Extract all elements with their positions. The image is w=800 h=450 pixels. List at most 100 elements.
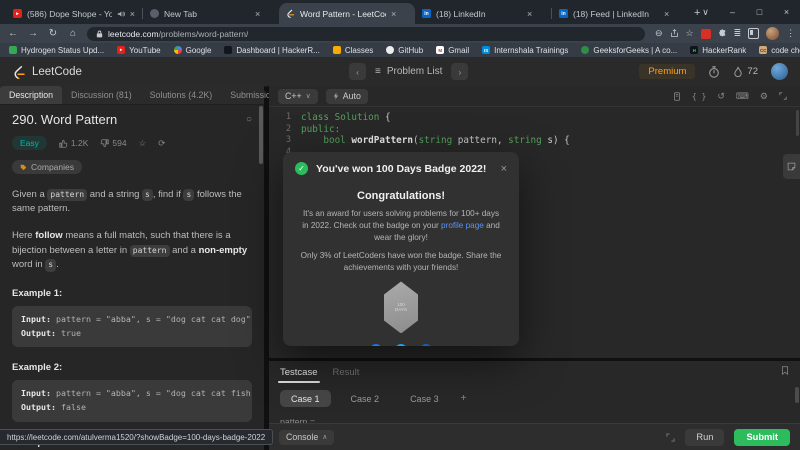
bookmark-hydrogen[interactable]: Hydrogen Status Upd... <box>9 46 104 55</box>
zoom-icon[interactable]: ⊖ <box>655 28 663 39</box>
fullscreen-icon[interactable] <box>779 92 787 100</box>
settings-gear-icon[interactable]: ⚙ <box>760 91 768 102</box>
case-3-button[interactable]: Case 3 <box>399 390 450 407</box>
window-close-button[interactable]: × <box>773 0 800 24</box>
streak-counter[interactable]: 72 <box>733 66 758 78</box>
testcase-bookmark-icon[interactable] <box>781 366 789 378</box>
submit-button[interactable]: Submit <box>734 428 790 446</box>
format-braces-icon[interactable]: { } <box>692 92 706 101</box>
dislikes-button[interactable]: 594 <box>100 138 127 148</box>
likes-button[interactable]: 1.2K <box>59 138 88 148</box>
tab-close-icon[interactable]: × <box>664 9 669 19</box>
tab-discussion[interactable]: Discussion (81) <box>62 86 141 104</box>
text: Here <box>12 229 36 241</box>
status-circle-icon[interactable]: ○ <box>246 114 252 125</box>
tab-leetcode-active[interactable]: Word Pattern - LeetCode × <box>279 3 415 24</box>
bookmark-google[interactable]: Google <box>173 46 211 55</box>
modal-close-icon[interactable]: × <box>501 163 507 175</box>
tab-label: (18) Feed | LinkedIn <box>573 8 649 19</box>
facebook-share-icon[interactable]: f <box>370 344 382 346</box>
shortcuts-keyboard-icon[interactable]: ⌨ <box>736 91 749 102</box>
tab-label: (18) LinkedIn <box>436 8 486 19</box>
tab-testcase[interactable]: Testcase <box>278 367 319 383</box>
language-selector[interactable]: C++ ∨ <box>278 88 318 104</box>
tab-linkedin-feed[interactable]: in (18) Feed | LinkedIn × <box>552 3 688 24</box>
code-token: s) { <box>541 135 570 146</box>
tab-close-icon[interactable]: × <box>255 9 260 19</box>
bookmark-classes[interactable]: Classes <box>332 46 373 55</box>
forward-icon[interactable]: → <box>27 28 39 39</box>
tab-close-icon[interactable]: × <box>391 9 396 19</box>
problem-list-label: Problem List <box>386 66 443 77</box>
tab-result[interactable]: Result <box>333 367 360 378</box>
autocomplete-toggle[interactable]: Auto <box>325 88 368 104</box>
bookmark-github[interactable]: GitHub <box>386 46 423 55</box>
share-icon[interactable] <box>670 29 679 38</box>
tab-description[interactable]: Description <box>0 86 63 104</box>
case-1-button[interactable]: Case 1 <box>280 390 331 407</box>
window-minimize-button[interactable]: – <box>719 0 746 24</box>
add-case-button[interactable]: + <box>461 393 467 404</box>
code-token: public: <box>301 123 341 135</box>
bookmark-gmail[interactable]: M Gmail <box>436 46 469 55</box>
next-problem-button[interactable]: › <box>451 63 469 80</box>
testcase-scrollbar[interactable] <box>795 387 799 403</box>
editor-scrollbar[interactable] <box>796 110 799 136</box>
extension-red-icon[interactable] <box>700 28 711 39</box>
expand-panel-icon[interactable] <box>666 432 675 442</box>
window-maximize-button[interactable]: □ <box>746 0 773 24</box>
prev-problem-button[interactable]: ‹ <box>349 63 366 80</box>
user-avatar[interactable] <box>771 63 788 80</box>
profile-page-link[interactable]: profile page <box>441 221 484 230</box>
editor-toolbar: C++ ∨ Auto { } ↺ ⌨ ⚙ <box>269 86 800 107</box>
reset-code-icon[interactable]: ↺ <box>717 91 725 102</box>
case-2-button[interactable]: Case 2 <box>340 390 391 407</box>
timer-icon[interactable] <box>708 65 720 78</box>
tab-solutions[interactable]: Solutions (4.2K) <box>141 86 222 104</box>
tab-label: New Tab <box>164 8 197 19</box>
browser-profile-avatar[interactable] <box>766 27 780 40</box>
bookmark-internshala[interactable]: IS Internshala Trainings <box>482 46 568 55</box>
tab-youtube[interactable]: ▸ (586) Dope Shope - Yo Yo Hon... × <box>6 3 142 24</box>
back-icon[interactable]: ← <box>7 28 19 39</box>
premium-button[interactable]: Premium <box>639 64 696 79</box>
bookmark-star-icon[interactable]: ☆ <box>686 28 694 39</box>
companies-chip[interactable]: Companies <box>12 160 82 174</box>
problem-list-button[interactable]: ≡ Problem List <box>375 66 442 77</box>
leetcode-brand[interactable]: LeetCode <box>12 65 82 79</box>
console-button[interactable]: Console ∧ <box>279 429 335 445</box>
linkedin-share-icon[interactable]: in <box>420 344 432 346</box>
home-icon[interactable]: ⌂ <box>67 28 79 39</box>
bookmark-youtube[interactable]: ▸ YouTube <box>117 46 161 55</box>
address-bar[interactable]: leetcode.com/problems/word-pattern/ <box>87 26 645 41</box>
bookmark-favicon: M <box>436 46 445 54</box>
input-label: Input: <box>21 314 51 325</box>
side-panel-icon[interactable] <box>748 28 760 39</box>
bookmark-codechef[interactable]: CCcode chef <box>759 46 800 55</box>
browser-menu-icon[interactable]: ⋮ <box>786 28 795 39</box>
extensions-puzzle-icon[interactable] <box>718 29 727 38</box>
tab-audio-icon[interactable] <box>117 10 125 18</box>
code-chip: pattern <box>129 244 170 258</box>
left-panel-scrollbar[interactable] <box>259 106 263 164</box>
sticky-note-icon <box>787 162 796 171</box>
notebook-icon[interactable] <box>673 91 681 101</box>
share-button[interactable]: ⟳ <box>158 138 165 149</box>
twitter-share-icon[interactable] <box>395 344 407 346</box>
favorite-button[interactable]: ☆ <box>139 138 147 149</box>
run-button[interactable]: Run <box>685 428 725 446</box>
bookmark-geeksforgeeks[interactable]: GeeksforGeeks | A co... <box>581 46 677 55</box>
tab-new-tab[interactable]: New Tab × <box>143 3 279 24</box>
sticky-notes-button[interactable] <box>783 154 800 179</box>
tab-search-chevron-icon[interactable]: ∨ <box>692 0 719 24</box>
tab-close-icon[interactable]: × <box>130 9 135 19</box>
tab-linkedin[interactable]: in (18) LinkedIn × <box>415 3 551 24</box>
bookmark-hackerrank-dashboard[interactable]: Dashboard | HackerR... <box>224 46 320 55</box>
example-2-block: Input: pattern = "abba", s = "dog cat ca… <box>12 380 252 422</box>
bookmark-hackerrank[interactable]: H HackerRank <box>690 46 746 55</box>
code-token: wordPattern <box>351 135 413 146</box>
reading-list-icon[interactable]: ≣ <box>734 28 742 39</box>
tab-close-icon[interactable]: × <box>527 9 532 19</box>
problem-nav: ‹ ≡ Problem List › <box>349 63 469 80</box>
reload-icon[interactable]: ↻ <box>47 28 59 39</box>
